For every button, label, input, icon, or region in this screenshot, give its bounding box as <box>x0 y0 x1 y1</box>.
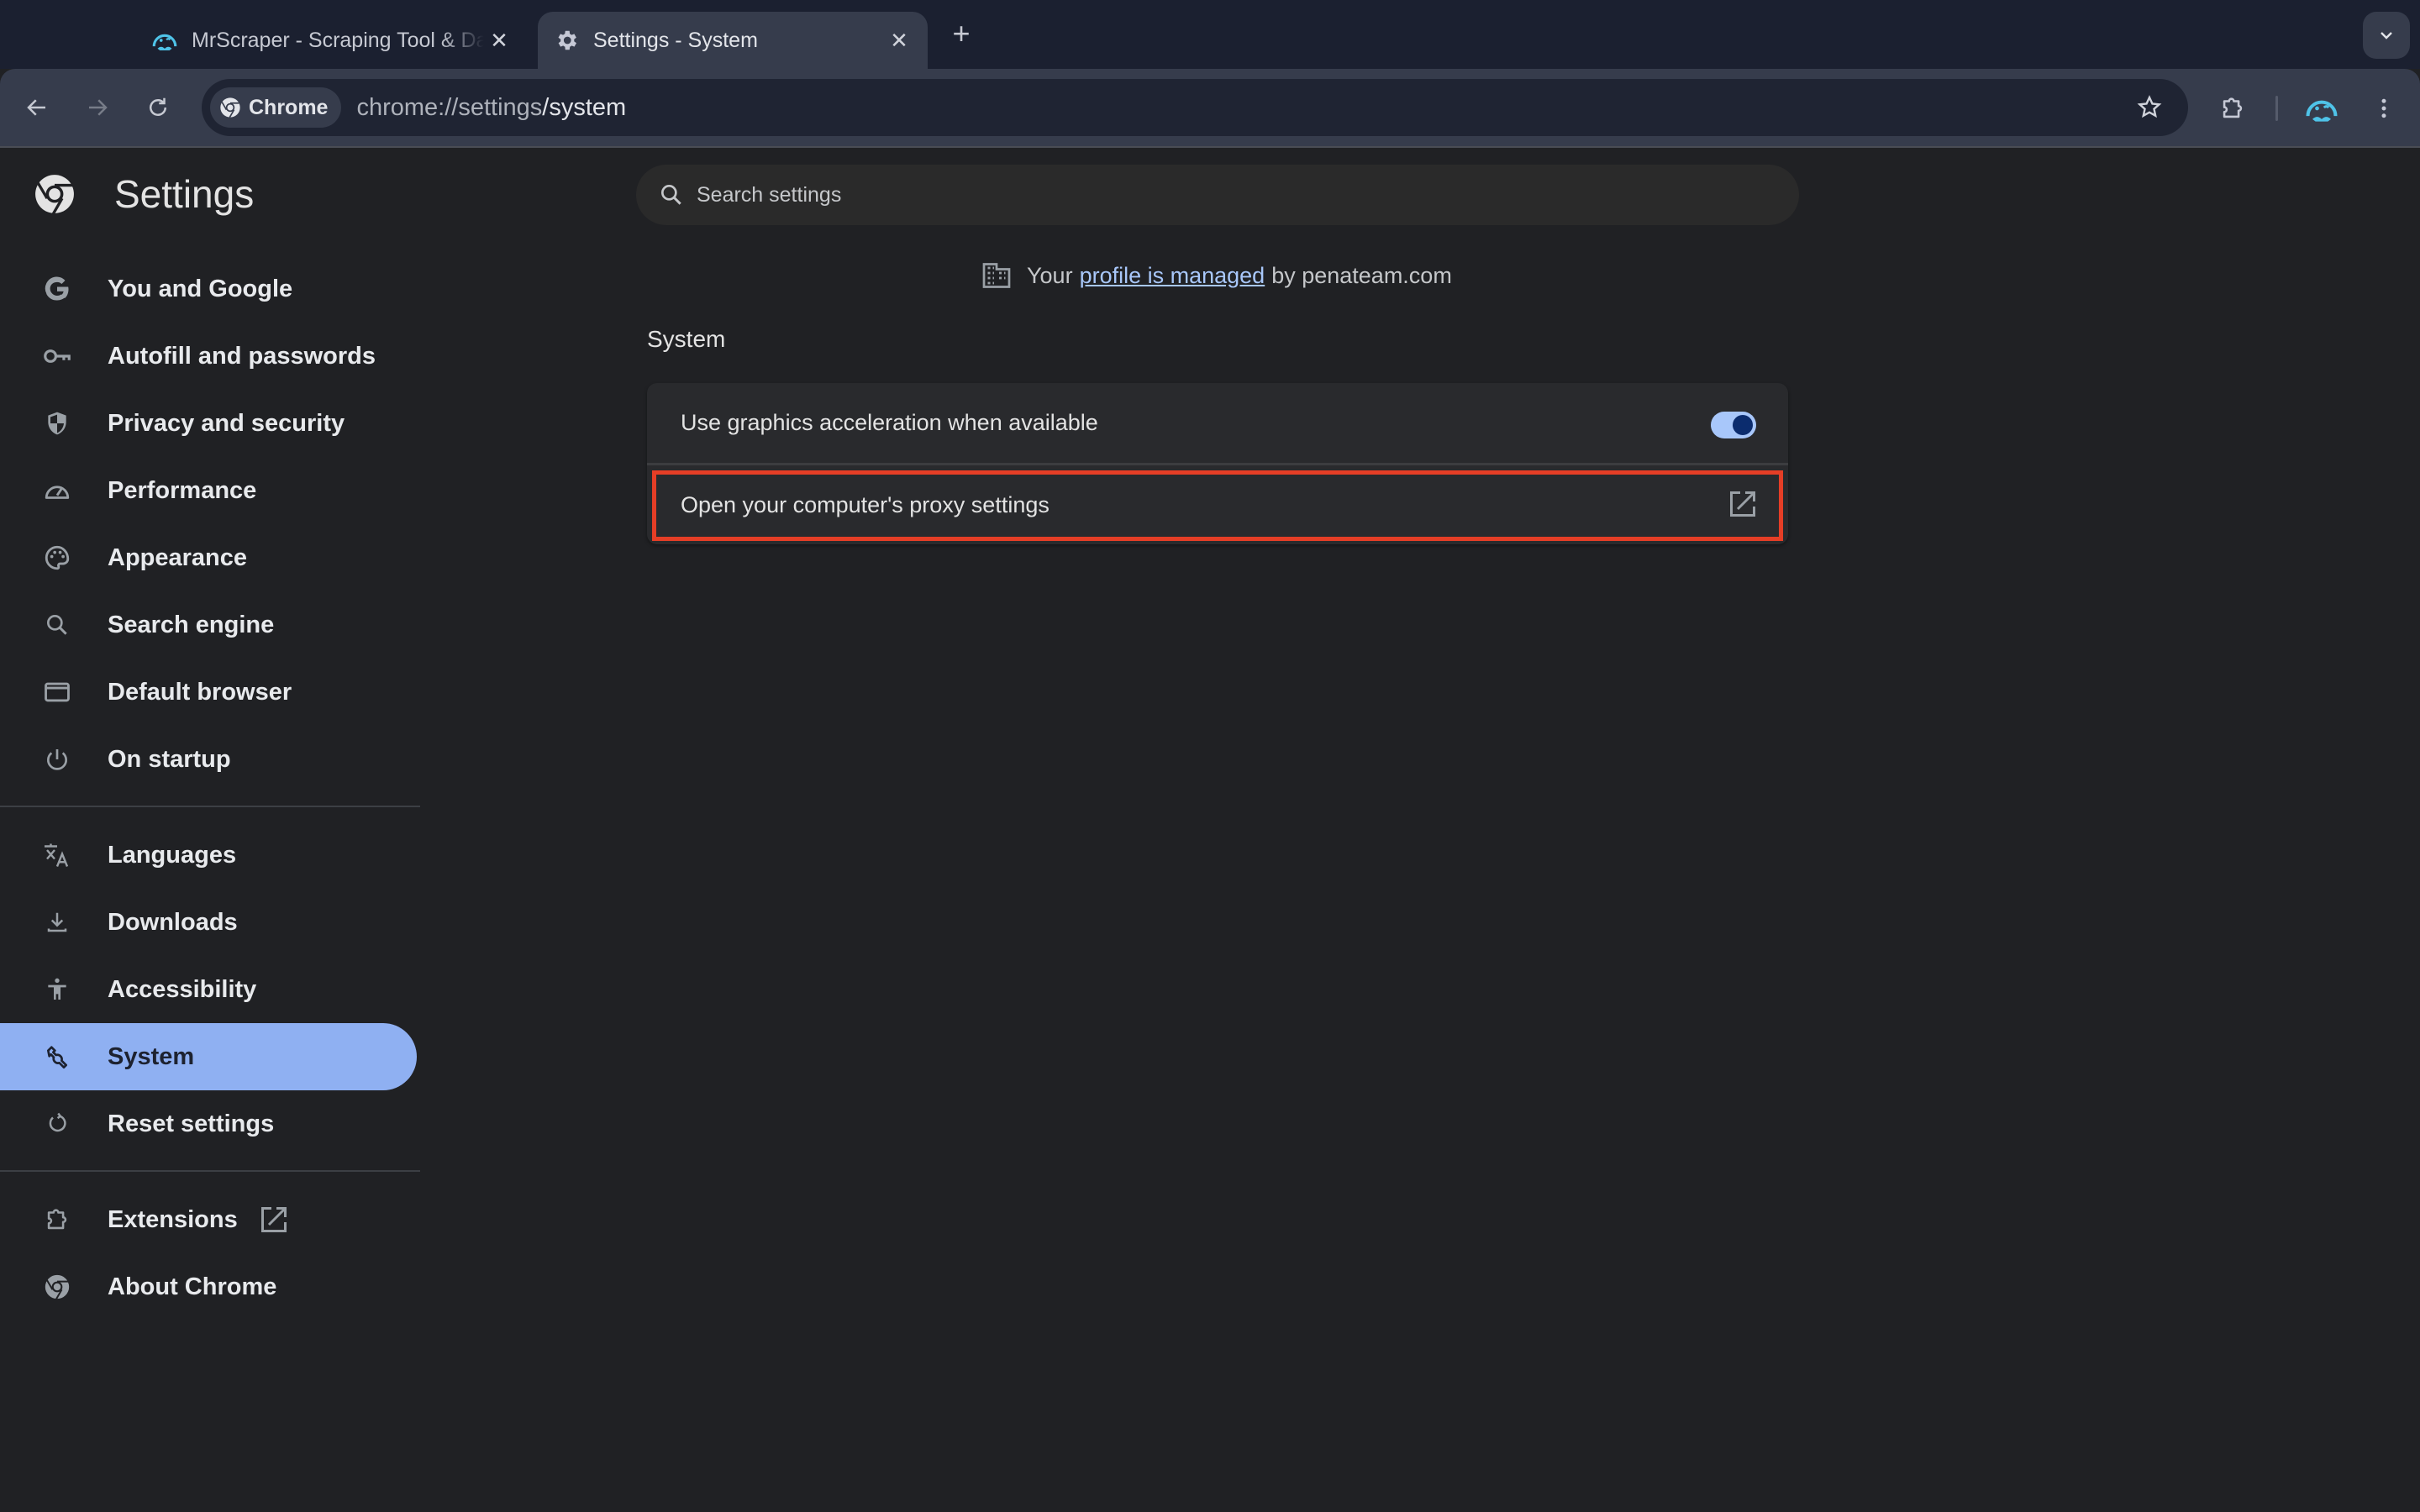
bookmark-button[interactable] <box>2129 87 2170 128</box>
toolbar: Chrome chrome://settings/system <box>0 69 2420 148</box>
address-bar[interactable]: Chrome chrome://settings/system <box>202 79 2188 136</box>
sidebar-item-default-browser[interactable]: Default browser <box>0 659 417 726</box>
profile-avatar-icon <box>2306 100 2338 122</box>
reload-icon <box>150 97 166 116</box>
managed-suffix: by penateam.com <box>1271 262 1452 288</box>
search-icon <box>656 180 687 210</box>
section-title: System <box>647 326 726 352</box>
forward-button[interactable] <box>77 87 118 128</box>
tab-search-button[interactable] <box>2363 12 2410 59</box>
more-vert-icon <box>2381 98 2386 118</box>
download-icon <box>40 906 74 939</box>
tab-title: MrScraper - Scraping Tool & Data Extract… <box>192 28 484 52</box>
setting-label: Open your computer's proxy settings <box>681 491 1050 517</box>
new-tab-button[interactable]: + <box>944 16 978 50</box>
building-icon <box>982 263 1011 288</box>
sidebar-item-search-engine[interactable]: Search engine <box>0 591 417 659</box>
gear-icon <box>551 25 581 55</box>
accessibility-icon <box>40 973 74 1006</box>
graphics-acceleration-toggle[interactable] <box>1711 412 1756 438</box>
search-settings-input[interactable] <box>697 182 1705 207</box>
speedometer-icon <box>40 474 74 507</box>
sidebar-divider <box>0 1170 420 1172</box>
external-link-icon <box>261 1207 287 1232</box>
search-icon <box>40 608 74 642</box>
settings-sidebar: Settings You and Google Autofill and pas… <box>0 148 420 1512</box>
profile-button[interactable] <box>2301 87 2343 129</box>
menu-button[interactable] <box>2363 87 2405 129</box>
tab-title: Settings - System <box>593 28 758 52</box>
close-tab-icon[interactable]: ✕ <box>484 25 514 55</box>
search-settings-field[interactable] <box>636 165 1799 225</box>
chrome-icon <box>220 97 240 118</box>
profile-managed-link[interactable]: profile is managed <box>1080 263 1265 289</box>
arrow-left-icon <box>27 99 45 116</box>
mrscraper-icon <box>150 25 180 55</box>
sidebar-item-about-chrome[interactable]: About Chrome <box>0 1253 417 1320</box>
chip-label: Chrome <box>249 95 329 119</box>
wrench-icon <box>40 1040 74 1074</box>
sidebar-item-languages[interactable]: Languages <box>0 822 417 889</box>
chevron-down-icon <box>2381 32 2392 39</box>
toolbar-separator <box>2275 96 2278 121</box>
tab-settings-system[interactable]: Settings - System ✕ <box>538 12 928 69</box>
site-info-chip[interactable]: Chrome <box>210 87 342 128</box>
sidebar-item-extensions[interactable]: Extensions <box>0 1186 417 1253</box>
reset-icon <box>40 1107 74 1141</box>
close-tab-icon[interactable]: ✕ <box>884 25 914 55</box>
managed-profile-notice: Your profile is managed by penateam.com <box>0 260 2420 291</box>
toggle-knob <box>1733 415 1753 435</box>
power-icon <box>40 743 74 776</box>
sidebar-item-reset[interactable]: Reset settings <box>0 1090 417 1158</box>
reload-button[interactable] <box>138 87 178 128</box>
sidebar-item-system[interactable]: System <box>0 1023 417 1090</box>
shield-icon <box>40 407 74 440</box>
sidebar-item-downloads[interactable]: Downloads <box>0 889 417 956</box>
chrome-logo-icon <box>35 175 74 215</box>
back-button[interactable] <box>17 87 57 128</box>
tab-mrscraper[interactable]: MrScraper - Scraping Tool & Data Extract… <box>141 12 528 69</box>
system-settings-card: Use graphics acceleration when available… <box>647 383 1788 544</box>
url-text[interactable]: chrome://settings/system <box>356 94 626 122</box>
sidebar-item-on-startup[interactable]: On startup <box>0 726 417 793</box>
proxy-settings-row[interactable]: Open your computer's proxy settings <box>647 465 1788 544</box>
browser-window-icon <box>40 675 74 709</box>
puzzle-icon <box>40 1203 74 1236</box>
palette-icon <box>40 541 74 575</box>
sidebar-divider <box>0 806 420 807</box>
chrome-icon <box>40 1270 74 1304</box>
sidebar-item-appearance[interactable]: Appearance <box>0 524 417 591</box>
sidebar-item-performance[interactable]: Performance <box>0 457 417 524</box>
managed-prefix: Your <box>1027 262 1073 288</box>
graphics-acceleration-row[interactable]: Use graphics acceleration when available <box>647 383 1788 465</box>
star-icon <box>2137 95 2162 118</box>
sidebar-item-privacy[interactable]: Privacy and security <box>0 390 417 457</box>
sidebar-item-accessibility[interactable]: Accessibility <box>0 956 417 1023</box>
extensions-button[interactable] <box>2212 87 2254 129</box>
settings-header: Settings <box>34 171 254 217</box>
sidebar-item-autofill[interactable]: Autofill and passwords <box>0 323 417 390</box>
external-link-icon[interactable] <box>1728 489 1758 519</box>
tab-strip: MrScraper - Scraping Tool & Data Extract… <box>0 0 2420 69</box>
setting-label: Use graphics acceleration when available <box>681 410 1098 435</box>
arrow-right-icon <box>89 99 108 116</box>
puzzle-icon <box>2223 97 2243 118</box>
translate-icon <box>40 838 74 872</box>
key-icon <box>40 339 74 373</box>
page-title: Settings <box>114 172 255 216</box>
